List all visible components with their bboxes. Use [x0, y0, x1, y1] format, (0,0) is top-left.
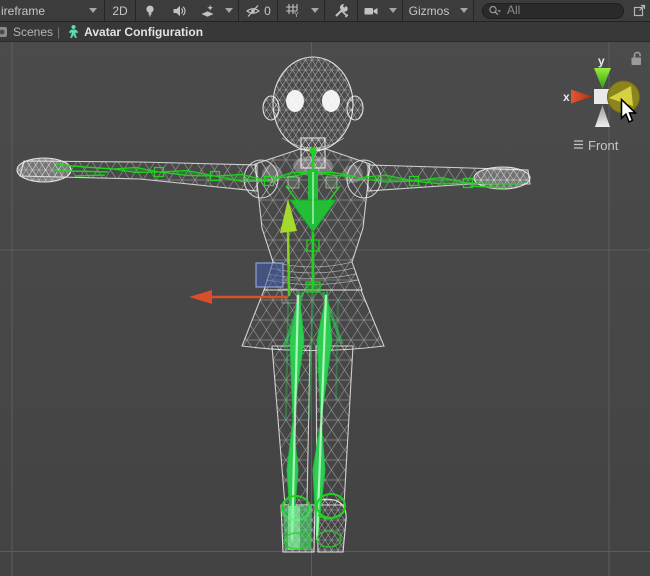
- avatar-wireframe-model: [17, 57, 530, 552]
- audio-speaker-icon: [172, 4, 187, 18]
- camera-dropdown[interactable]: [384, 0, 402, 21]
- scene-visibility-button[interactable]: 0: [239, 0, 277, 21]
- maximize-window-button[interactable]: [628, 0, 650, 21]
- scene-lighting-button[interactable]: [136, 0, 164, 21]
- hidden-count-label: 0: [264, 4, 271, 18]
- shading-mode-label: ireframe: [1, 4, 45, 18]
- grid-icon: Y: [285, 3, 300, 18]
- gizmos-caret-button[interactable]: [455, 0, 473, 21]
- breadcrumb-current: Avatar Configuration: [66, 24, 203, 39]
- hamburger-menu-icon: [574, 141, 583, 148]
- axis-x-label: x: [563, 90, 570, 104]
- effects-layers-icon: [200, 4, 215, 18]
- hidden-eye-icon: [245, 4, 261, 18]
- scene-toolbar: ireframe 2D: [0, 0, 650, 22]
- move-plane-handle[interactable]: [256, 263, 283, 287]
- view-label: Front: [588, 138, 619, 153]
- popout-window-icon: [633, 4, 646, 17]
- search-field: [482, 3, 624, 19]
- scene-effects-button[interactable]: [194, 0, 220, 21]
- chevron-down-icon: [389, 8, 397, 13]
- chevron-down-icon: [89, 8, 97, 13]
- camera-icon: [363, 4, 379, 18]
- breadcrumb-separator: |: [57, 25, 60, 39]
- chevron-down-icon: [311, 8, 319, 13]
- axis-y-label: y: [598, 54, 605, 68]
- scene-effects-dropdown[interactable]: [220, 0, 238, 21]
- axis-x-cone[interactable]: [571, 90, 592, 104]
- chevron-down-icon: [460, 8, 468, 13]
- grid-axis-label: Y: [294, 12, 299, 18]
- gizmos-dropdown[interactable]: Gizmos: [403, 0, 455, 21]
- tools-wrench-icon: [334, 4, 349, 18]
- gizmos-label: Gizmos: [409, 4, 450, 18]
- lock-icon[interactable]: [632, 52, 642, 65]
- scene-camera-button[interactable]: [358, 0, 384, 21]
- axis-y-cone[interactable]: [594, 68, 611, 89]
- shading-mode-dropdown[interactable]: ireframe: [0, 0, 104, 21]
- neck-joint[interactable]: [310, 148, 317, 155]
- grid-visibility-button[interactable]: Y: [278, 0, 306, 21]
- scene-asset-icon: [0, 25, 9, 39]
- 2d-label: 2D: [112, 4, 127, 18]
- toggle-2d-button[interactable]: 2D: [105, 0, 135, 21]
- grid-dropdown[interactable]: [306, 0, 324, 21]
- chevron-down-icon: [225, 8, 233, 13]
- light-bulb-icon: [143, 4, 157, 18]
- search-icon: [488, 5, 502, 17]
- view-orientation-gizmo: y x Front: [563, 52, 641, 153]
- search-input[interactable]: [482, 3, 624, 19]
- breadcrumb-current-label: Avatar Configuration: [84, 25, 203, 39]
- scene-viewport[interactable]: y x Front: [0, 42, 650, 576]
- scene-view-window: ireframe 2D: [0, 0, 650, 576]
- breadcrumb: Scenes | Avatar Configuration: [0, 22, 650, 42]
- axis-neg-y-cone[interactable]: [595, 105, 610, 127]
- avatar-icon: [66, 24, 81, 39]
- breadcrumb-root[interactable]: Scenes: [13, 25, 53, 39]
- front-view-menu[interactable]: Front: [574, 138, 619, 153]
- scene-audio-button[interactable]: [164, 0, 194, 21]
- search-area: [474, 0, 628, 21]
- component-tools-button[interactable]: [325, 0, 357, 21]
- scene-canvas: y x Front: [0, 42, 650, 576]
